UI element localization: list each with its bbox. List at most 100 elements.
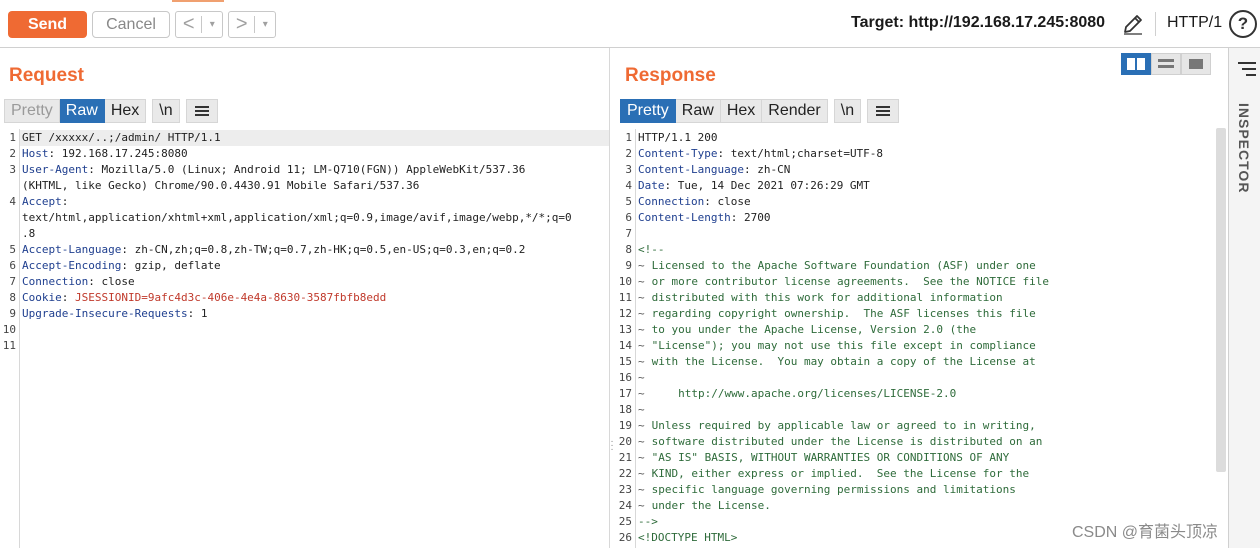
line-number: 23 bbox=[618, 483, 632, 496]
header-line: Content-Type: text/html;charset=UTF-8 bbox=[638, 147, 884, 160]
vertical-scrollbar[interactable] bbox=[1216, 128, 1226, 472]
hamburger-icon bbox=[876, 106, 891, 116]
header-name: Content-Length bbox=[638, 211, 731, 224]
header-value: Tue, 14 Dec 2021 07:26:29 GMT bbox=[671, 179, 870, 192]
tab-raw[interactable]: Raw bbox=[675, 99, 721, 123]
splitter-handle[interactable]: · · · bbox=[610, 437, 614, 456]
top-toolbar: Send Cancel < ▾ > ▾ Target: http://192.1… bbox=[0, 0, 1260, 48]
layout-toggle bbox=[1121, 53, 1211, 75]
back-arrow-icon[interactable]: < bbox=[176, 12, 201, 37]
header-line: Accept-Language: zh-CN,zh;q=0.8,zh-TW;q=… bbox=[22, 243, 526, 256]
response-editor[interactable]: 1 HTTP/1.1 200 2 Content-Type: text/html;ch… bbox=[616, 129, 1228, 548]
watermark: CSDN @育菌头顶凉 bbox=[1072, 524, 1219, 541]
header-value: zh-CN,zh;q=0.8,zh-TW;q=0.7,zh-HK;q=0.5,e… bbox=[127, 243, 526, 256]
text-line: Unless required by applicable law or agr… bbox=[645, 419, 1036, 432]
header-value: 2700 bbox=[737, 211, 771, 224]
layout-horizontal-icon[interactable] bbox=[1151, 53, 1181, 75]
markup-line: <!DOCTYPE HTML> bbox=[638, 531, 738, 544]
header-line: Cookie: JSESSIONID=9afc4d3c-406e-4e4a-86… bbox=[22, 291, 387, 304]
wrap-marker: ~ bbox=[638, 403, 645, 416]
wrap-marker: ~ bbox=[638, 275, 645, 288]
line-number: 2 bbox=[9, 147, 16, 160]
line-number: 18 bbox=[618, 403, 632, 416]
tab-hex[interactable]: Hex bbox=[720, 99, 763, 123]
line-number: 13 bbox=[618, 323, 632, 336]
line-number: 19 bbox=[618, 419, 632, 432]
line-number: 5 bbox=[625, 195, 632, 208]
wrap-marker: ~ bbox=[638, 483, 645, 496]
help-icon[interactable]: ? bbox=[1229, 10, 1257, 38]
wrap-marker: ~ bbox=[638, 291, 645, 304]
header-name: Connection bbox=[638, 195, 705, 208]
header-name: Accept bbox=[22, 195, 62, 208]
line-number: 7 bbox=[625, 227, 632, 240]
wrap-marker: ~ bbox=[638, 323, 645, 336]
header-value: text/html;charset=UTF-8 bbox=[724, 147, 884, 160]
send-button[interactable]: Send bbox=[8, 11, 87, 38]
text-line: Licensed to the Apache Software Foundati… bbox=[645, 259, 1036, 272]
divider bbox=[1155, 12, 1156, 36]
header-line: Accept-Encoding: gzip, deflate bbox=[22, 259, 221, 272]
header-value: 1 bbox=[194, 307, 208, 320]
tab-newline[interactable]: \n bbox=[152, 99, 180, 123]
tab-newline[interactable]: \n bbox=[833, 99, 862, 123]
response-menu-button[interactable] bbox=[867, 99, 900, 123]
tab-pretty[interactable]: Pretty bbox=[4, 99, 60, 123]
line-number: 4 bbox=[625, 179, 632, 192]
wrap-marker: ~ bbox=[638, 451, 645, 464]
header-value bbox=[68, 291, 75, 304]
forward-arrow-icon[interactable]: > bbox=[229, 12, 254, 37]
header-line: Content-Length: 2700 bbox=[638, 211, 771, 224]
line-number: 9 bbox=[625, 259, 632, 272]
layout-single-icon[interactable] bbox=[1181, 53, 1211, 75]
back-dropdown-icon[interactable]: ▾ bbox=[202, 12, 222, 37]
text-line: under the License. bbox=[645, 499, 771, 512]
header-name: Upgrade-Insecure-Requests bbox=[22, 307, 188, 320]
inspector-label[interactable]: INSPECTOR bbox=[1236, 103, 1252, 193]
tab-render[interactable]: Render bbox=[762, 99, 828, 123]
wrap-marker: ~ bbox=[638, 435, 645, 448]
forward-dropdown-icon[interactable]: ▾ bbox=[255, 12, 275, 37]
inspector-menu-icon[interactable] bbox=[1238, 62, 1256, 76]
text-line: with the License. You may obtain a copy … bbox=[645, 355, 1036, 368]
line-number: 2 bbox=[625, 147, 632, 160]
line-number: 3 bbox=[9, 163, 16, 176]
line-number: 8 bbox=[9, 291, 16, 304]
response-panel: Response Pretty Raw Hex Render \n 1 HTTP/… bbox=[616, 48, 1228, 548]
tab-raw[interactable]: Raw bbox=[59, 99, 105, 123]
active-tab-indicator bbox=[172, 0, 224, 2]
wrap-marker: ~ bbox=[638, 355, 645, 368]
text-line: HTTP/1.1 200 bbox=[638, 131, 718, 144]
text-line: text/html,application/xhtml+xml,applicat… bbox=[22, 211, 572, 224]
line-number: 11 bbox=[618, 291, 632, 304]
line-number: 4 bbox=[9, 195, 16, 208]
header-line: User-Agent: Mozilla/5.0 (Linux; Android … bbox=[22, 163, 526, 176]
layout-split-icon[interactable] bbox=[1121, 53, 1151, 75]
request-menu-button[interactable] bbox=[185, 99, 218, 123]
line-number: 24 bbox=[618, 499, 632, 512]
hamburger-icon bbox=[194, 106, 209, 116]
wrap-marker: ~ bbox=[638, 499, 645, 512]
line-number: 16 bbox=[618, 371, 632, 384]
request-tabs: Pretty Raw Hex \n bbox=[4, 99, 218, 123]
tab-hex[interactable]: Hex bbox=[104, 99, 147, 123]
inspector-sidebar[interactable]: INSPECTOR bbox=[1228, 48, 1260, 548]
line-number: 8 bbox=[625, 243, 632, 256]
text-line: http://www.apache.org/licenses/LICENSE-2… bbox=[645, 387, 957, 400]
pencil-icon[interactable] bbox=[1121, 12, 1145, 36]
line-number: 25 bbox=[618, 515, 632, 528]
request-editor[interactable]: 1 GET /xxxxx/..;/admin/ HTTP/1.1 2 Host: 19… bbox=[0, 129, 609, 548]
line-number: 26 bbox=[618, 531, 632, 544]
history-forward-group[interactable]: > ▾ bbox=[228, 11, 276, 38]
line-number: 15 bbox=[618, 355, 632, 368]
text-line: to you under the Apache License, Version… bbox=[645, 323, 977, 336]
tab-pretty[interactable]: Pretty bbox=[620, 99, 676, 123]
line-number: 17 bbox=[618, 387, 632, 400]
cancel-button[interactable]: Cancel bbox=[92, 11, 170, 38]
header-line: Host: 192.168.17.245:8080 bbox=[22, 147, 188, 160]
text-line: "License"); you may not use this file ex… bbox=[645, 339, 1036, 352]
text-line: regarding copyright ownership. The ASF l… bbox=[645, 307, 1036, 320]
line-number: 5 bbox=[9, 243, 16, 256]
history-back-group[interactable]: < ▾ bbox=[175, 11, 223, 38]
http-version-selector[interactable]: HTTP/1 bbox=[1167, 14, 1222, 32]
